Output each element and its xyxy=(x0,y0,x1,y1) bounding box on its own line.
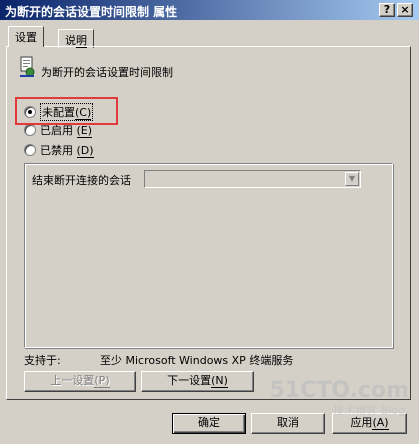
title-bar: 为断开的会话设置时间限制 属性 ? × xyxy=(0,0,419,20)
end-session-combo[interactable]: ▼ xyxy=(144,170,361,188)
radio-disabled[interactable]: 已禁用 (D) xyxy=(24,142,94,158)
radio-button-icon[interactable] xyxy=(24,144,36,156)
previous-setting-mnemonic: (P) xyxy=(94,374,110,388)
supported-on-label: 支持于: xyxy=(24,354,61,367)
radio-enabled-text: 已启用 xyxy=(40,124,73,137)
tab-settings-label: 设置 xyxy=(15,31,37,44)
radio-disabled-label: 已禁用 (D) xyxy=(40,142,94,158)
supported-on-value: 至少 Microsoft Windows XP 终端服务 xyxy=(100,354,294,367)
watermark-logo: 51CTO.com xyxy=(269,378,409,403)
apply-mnemonic: (A) xyxy=(372,416,389,430)
options-group xyxy=(24,163,393,348)
tab-settings[interactable]: 设置 xyxy=(8,26,44,47)
policy-title: 为断开的会话设置时间限制 xyxy=(41,66,173,79)
radio-disabled-mnemonic: (D) xyxy=(76,144,94,158)
radio-button-icon[interactable] xyxy=(24,124,36,136)
ok-label: 确定 xyxy=(198,416,220,429)
close-button[interactable]: × xyxy=(397,3,413,17)
previous-setting-label: 上一设置 xyxy=(50,374,95,387)
next-setting-button[interactable]: 下一设置(N) xyxy=(141,371,254,392)
window-title: 为断开的会话设置时间限制 属性 xyxy=(5,5,178,19)
radio-enabled-mnemonic: (E) xyxy=(76,124,93,138)
radio-disabled-text: 已禁用 xyxy=(40,144,73,157)
previous-setting-button[interactable]: 上一设置(P) xyxy=(24,371,136,392)
end-session-label: 结束断开连接的会话 xyxy=(32,174,131,187)
next-setting-label: 下一设置 xyxy=(167,374,212,387)
ok-button[interactable]: 确定 xyxy=(172,413,246,434)
highlight-box xyxy=(15,97,118,125)
policy-setting-icon xyxy=(20,56,35,77)
chevron-down-icon[interactable]: ▼ xyxy=(345,172,359,186)
next-setting-mnemonic: (N) xyxy=(211,374,228,388)
watermark-subtitle: 技术博客 Blog xyxy=(333,404,405,417)
cancel-button[interactable]: 取消 xyxy=(251,413,325,434)
cancel-label: 取消 xyxy=(277,416,299,429)
help-button[interactable]: ? xyxy=(379,3,395,17)
